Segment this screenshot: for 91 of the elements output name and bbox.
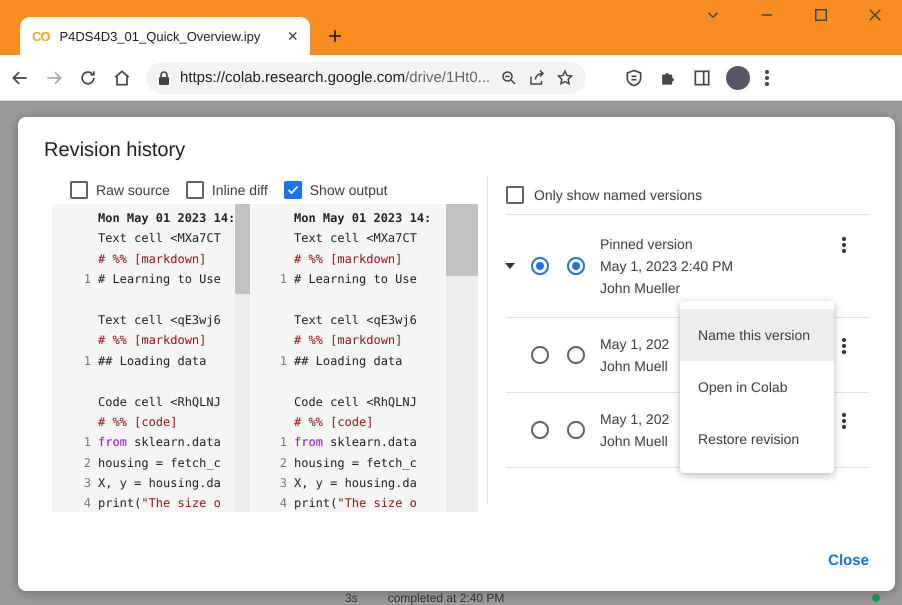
code-line: Code cell <RhQLNJ (98, 394, 221, 411)
share-icon[interactable] (528, 68, 546, 86)
cell-marker: # %% [code] (98, 414, 178, 431)
side-panel-icon[interactable] (692, 68, 712, 88)
line-number: 3 (278, 475, 288, 492)
more-options-icon[interactable] (841, 235, 847, 255)
version-label: Pinned version (600, 236, 693, 252)
version-author: John Mueller (600, 280, 680, 296)
line-number: 4 (82, 495, 92, 512)
close-button[interactable]: Close (828, 548, 869, 573)
line-number: 1 (278, 434, 288, 452)
revision-header: Mon May 01 2023 14: (294, 210, 432, 227)
version-author: John Muell (600, 358, 668, 374)
code-line: Text cell <MXa7CT (98, 230, 221, 248)
line-number: 1 (82, 352, 92, 370)
code-line: housing = fetch_c (98, 454, 221, 472)
code-line: print("The size o (98, 495, 221, 512)
tab-title: P4DS4D3_01_Quick_Overview.ipy (60, 28, 262, 44)
home-icon[interactable] (112, 68, 132, 88)
radio-button[interactable] (567, 421, 585, 439)
more-options-icon[interactable] (841, 411, 847, 431)
checkbox[interactable] (284, 181, 302, 199)
cell-marker: # %% [markdown] (294, 332, 402, 350)
dialog-title: Revision history (44, 139, 186, 162)
code-line: # Learning to Use (294, 271, 417, 288)
status-duration: 3s (345, 590, 358, 604)
status-message: completed at 2:40 PM (388, 590, 504, 604)
code-line: ## Loading data (294, 352, 402, 370)
code-line: # Learning to Use (98, 271, 221, 288)
checkbox-label: Inline diff (212, 182, 268, 198)
menu-icon[interactable] (764, 68, 770, 88)
line-number: 1 (82, 271, 92, 288)
code-line: Text cell <MXa7CT (294, 230, 417, 248)
address-bar[interactable]: https://colab.research.google.com/drive/1Ht0... (146, 62, 586, 94)
line-number: 4 (278, 495, 288, 512)
maximize-icon[interactable] (812, 6, 830, 24)
more-options-icon[interactable] (841, 336, 847, 356)
zoom-out-icon[interactable] (500, 68, 518, 86)
code-line: X, y = housing.da (294, 475, 417, 492)
cell-marker: # %% [markdown] (98, 332, 206, 350)
code-line: ## Loading data (98, 352, 206, 370)
cell-marker: # %% [markdown] (294, 250, 402, 268)
line-number: 2 (82, 454, 92, 472)
code-line: Text cell <qE3wj6 (294, 312, 417, 329)
check-icon (286, 184, 299, 196)
radio-button[interactable] (567, 257, 585, 275)
colab-logo: CO (32, 28, 50, 44)
cell-marker: # %% [code] (294, 414, 374, 431)
version-author: John Muell (600, 433, 668, 449)
code-line: from sklearn.data (294, 434, 417, 452)
line-number: 1 (278, 352, 288, 370)
checkbox-label: Raw source (96, 182, 170, 198)
radio-button[interactable] (567, 346, 585, 364)
menu-item[interactable]: Name this version (680, 309, 834, 361)
shield-icon[interactable] (624, 68, 644, 88)
radio-button[interactable] (531, 257, 549, 275)
line-number: 1 (278, 271, 288, 288)
scrollbar[interactable] (235, 204, 250, 512)
checkbox[interactable] (506, 186, 524, 204)
version-date: May 1, 2023 2:40 PM (600, 258, 734, 274)
code-line: housing = fetch_c (294, 454, 417, 472)
status-dot (872, 594, 880, 602)
code-line: Text cell <qE3wj6 (98, 312, 221, 329)
expand-caret-icon[interactable] (505, 263, 515, 269)
tab-close-button[interactable]: × (287, 26, 298, 46)
line-number: 1 (82, 434, 92, 452)
cell-marker: # %% [markdown] (98, 250, 206, 268)
lock-icon (158, 70, 170, 84)
browser-tab[interactable]: CO P4DS4D3_01_Quick_Overview.ipy × (20, 17, 310, 55)
new-tab-button[interactable]: + (328, 25, 342, 49)
code-line: from sklearn.data (98, 434, 221, 452)
checkbox[interactable] (70, 181, 88, 199)
avatar[interactable] (726, 66, 750, 90)
revision-header: Mon May 01 2023 14: (98, 210, 236, 227)
version-date: May 1, 202 (600, 336, 670, 352)
line-number: 3 (82, 475, 92, 492)
checkbox-label: Only show named versions (534, 187, 702, 203)
code-line: X, y = housing.da (98, 475, 221, 492)
scrollbar[interactable] (446, 204, 478, 512)
line-number: 2 (278, 454, 288, 472)
code-line: print("The size o (294, 495, 417, 512)
radio-button[interactable] (531, 346, 549, 364)
star-icon[interactable] (556, 68, 574, 86)
version-date: May 1, 202 (600, 411, 670, 427)
menu-item[interactable]: Open in Colab (680, 361, 834, 413)
menu-item[interactable]: Restore revision (680, 413, 834, 465)
checkbox-label: Show output (310, 182, 388, 198)
checkbox[interactable] (186, 181, 204, 199)
url-text: https://colab.research.google.com/drive/1Ht0... (180, 69, 490, 86)
code-line: Code cell <RhQLNJ (294, 394, 417, 411)
radio-button[interactable] (531, 421, 549, 439)
